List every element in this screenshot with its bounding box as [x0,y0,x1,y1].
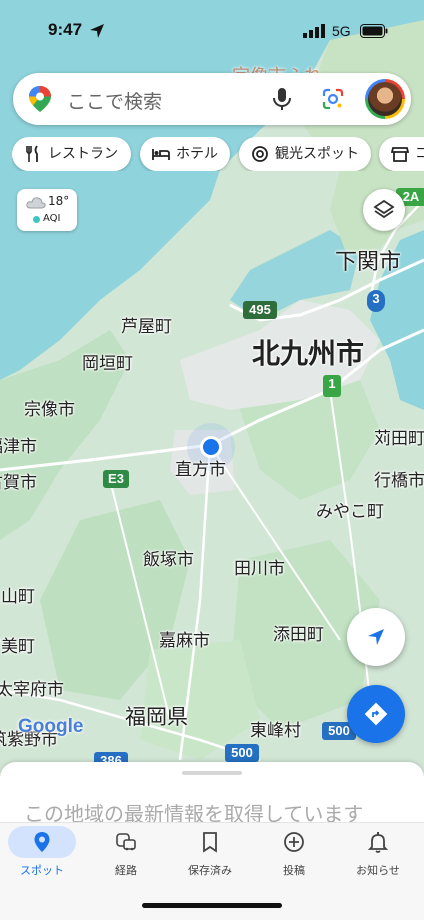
map-label-kanda[interactable]: 苅田町 [374,424,424,449]
map-label-kitakyushu[interactable]: 北九州市 [252,332,364,372]
fork-knife-icon [26,145,38,162]
sheet-drag-handle[interactable] [182,771,242,775]
nav-go[interactable]: 経路 [84,823,168,887]
road-shield-500a: 500 [225,744,259,762]
map-label-kasuya[interactable]: 久山町 [0,582,35,607]
map-label-toho[interactable]: 東峰村 [250,716,301,741]
bell-icon [367,832,389,853]
bookmark-icon [203,832,217,853]
directions-button[interactable] [347,685,405,743]
map-label-soeda[interactable]: 添田町 [273,620,324,645]
chip-sightseeing[interactable]: 観光スポット [239,137,371,171]
status-time: 9:47 [48,20,83,39]
layers-button[interactable] [363,189,405,231]
map-label-yukuhashi[interactable]: 行橋市 [374,466,424,491]
google-lens-icon[interactable] [321,87,345,111]
nav-saved-label: 保存済み [188,864,232,877]
map-label-okagaki[interactable]: 岡垣町 [82,349,133,374]
camera-icon [252,146,268,162]
road-shield-1: 1 [323,375,341,397]
nav-updates[interactable]: お知らせ [336,823,420,887]
map-label-tagawa[interactable]: 田川市 [234,554,285,579]
status-bar: 9:47 5G [0,0,424,60]
cloud-icon [26,197,46,209]
chip-shopping-label: コ [415,146,424,162]
map-label-ashiya[interactable]: 芦屋町 [121,312,172,337]
road-shield-e3: E3 [103,470,129,488]
map-label-miyako[interactable]: みやこ町 [316,497,384,522]
weather-temp: 18° [48,194,70,208]
location-pin-icon [34,832,50,852]
weather-aqi: AQI [43,213,61,224]
chip-restaurant-label: レストラン [48,146,118,162]
map-label-koga[interactable]: 古賀市 [0,468,37,493]
avatar[interactable] [365,79,405,119]
nav-saved[interactable]: 保存済み [168,823,252,887]
network-type: 5G [332,23,351,39]
my-location-button[interactable] [347,608,405,666]
aqi-indicator [33,216,40,223]
nav-explore[interactable]: スポット [0,823,84,887]
google-logo: Google [18,716,83,738]
location-arrow-icon [90,24,104,38]
road-shield-495: 495 [243,301,277,319]
directions-icon [364,702,388,726]
map-label-shimonoseki[interactable]: 下関市 [335,244,401,276]
add-circle-icon [284,832,304,852]
weather-widget[interactable]: 18° AQI [17,189,77,231]
chip-shopping[interactable]: コ [379,137,424,171]
category-chips: レストラン ホテル 観光スポット コ [12,137,424,171]
map-label-dazaifu[interactable]: 太宰府市 [0,675,64,700]
battery-icon [360,24,388,38]
map-label-kama[interactable]: 嘉麻市 [159,626,210,651]
nav-contribute[interactable]: 投稿 [252,823,336,887]
map-label-iizuka[interactable]: 飯塚市 [143,545,194,570]
nav-contribute-label: 投稿 [283,864,305,877]
search-bar[interactable]: ここで検索 [13,73,411,125]
nav-updates-label: お知らせ [356,864,400,877]
map-label-fukuoka-pref[interactable]: 福岡県 [125,701,188,731]
google-logo-text: Google [18,716,84,737]
road-shield-3: 3 [367,290,385,312]
commute-icon [116,833,136,851]
chip-restaurant[interactable]: レストラン [12,137,131,171]
shop-icon [391,147,409,162]
map-label-umi[interactable]: 宇美町 [0,632,35,657]
maps-pin-logo-icon [29,86,51,112]
bed-icon [152,149,170,160]
layers-icon [373,199,395,219]
search-input[interactable]: ここで検索 [67,87,162,114]
nav-explore-label: スポット [20,864,64,877]
avatar-photo [368,82,402,116]
map-label-fukutsu[interactable]: 福津市 [0,432,37,457]
map-label-munakata[interactable]: 宗像市 [24,395,75,420]
map-label-nogata[interactable]: 直方市 [175,455,226,480]
chip-sightseeing-label: 観光スポット [275,146,359,162]
chip-hotel[interactable]: ホテル [140,137,230,171]
nav-go-label: 経路 [115,864,137,877]
navigation-arrow-icon [368,629,384,645]
chip-hotel-label: ホテル [176,146,218,162]
microphone-icon[interactable] [271,87,293,111]
home-indicator [142,903,282,908]
signal-icon [303,24,325,38]
